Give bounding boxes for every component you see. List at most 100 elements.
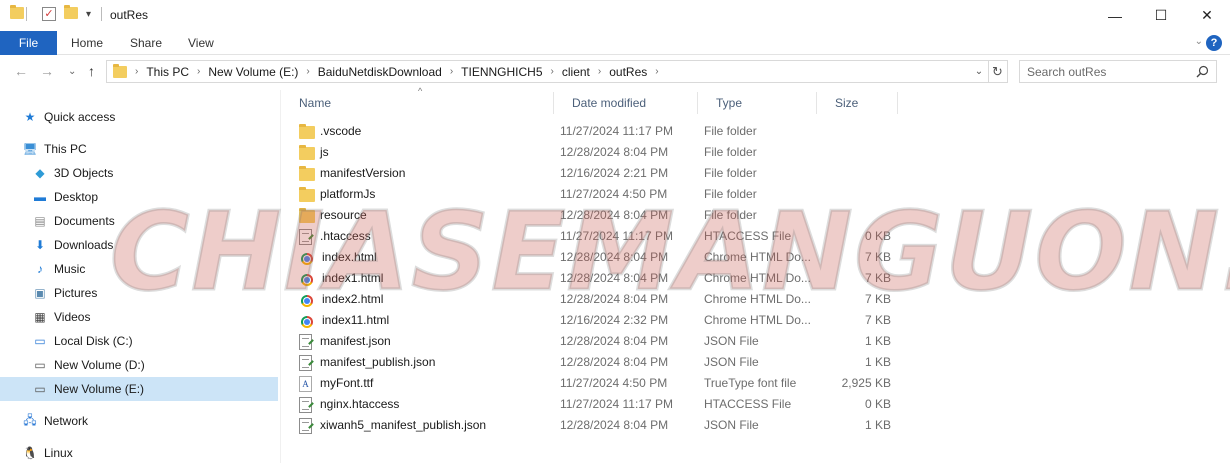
file-name: .htaccess bbox=[320, 229, 371, 243]
sidebar-item-quick-access[interactable]: ★ Quick access bbox=[0, 105, 278, 129]
table-row[interactable]: manifest.json 12/28/2024 8:04 PM JSON File… bbox=[299, 331, 899, 352]
file-name-cell: .htaccess bbox=[299, 226, 554, 247]
sidebar-item-videos[interactable]: ▦ Videos bbox=[0, 305, 278, 329]
minimize-button[interactable]: — bbox=[1092, 0, 1138, 31]
column-header-name[interactable]: Name bbox=[281, 92, 554, 114]
sidebar-item-desktop[interactable]: ▬ Desktop bbox=[0, 185, 278, 209]
forward-button[interactable]: → bbox=[40, 63, 54, 79]
sidebar-item-label: This PC bbox=[44, 142, 87, 156]
help-icon[interactable]: ? bbox=[1206, 35, 1222, 51]
search-box[interactable] bbox=[1019, 60, 1217, 83]
breadcrumb-baidunetdiskdownload[interactable]: BaiduNetdiskDownload bbox=[318, 65, 442, 79]
sidebar-item-3d-objects[interactable]: ◆ 3D Objects bbox=[0, 161, 278, 185]
breadcrumb-separator[interactable]: › bbox=[197, 66, 200, 77]
sidebar-item-pictures[interactable]: ▣ Pictures bbox=[0, 281, 278, 305]
sidebar-item-this-pc[interactable]: 🖥 This PC bbox=[0, 137, 278, 161]
file-name: manifest.json bbox=[320, 334, 391, 348]
maximize-button[interactable]: ☐ bbox=[1138, 0, 1184, 31]
table-row[interactable]: index1.html 12/28/2024 8:04 PM Chrome HTML… bbox=[299, 268, 899, 289]
date-modified-cell: 11/27/2024 4:50 PM bbox=[560, 187, 668, 201]
tab-view[interactable]: View bbox=[188, 31, 214, 55]
breadcrumb-separator[interactable]: › bbox=[551, 66, 554, 77]
file-name: index11.html bbox=[322, 313, 390, 327]
new-folder-icon[interactable] bbox=[64, 5, 78, 19]
table-row[interactable]: .htaccess 11/27/2024 11:17 PM HTACCESS Fil… bbox=[299, 226, 899, 247]
ribbon-expand-icon[interactable]: ⌄ bbox=[1195, 36, 1203, 47]
sidebar-item-new-volume-d[interactable]: ▭ New Volume (D:) bbox=[0, 353, 278, 377]
chrome-file-icon bbox=[301, 315, 313, 328]
sidebar-item-label: Downloads bbox=[54, 238, 114, 252]
file-name: nginx.htaccess bbox=[320, 397, 400, 411]
column-header-size[interactable]: Size bbox=[817, 92, 898, 114]
table-row[interactable]: .vscode 11/27/2024 11:17 PM File folder bbox=[299, 121, 899, 142]
size-cell bbox=[823, 205, 891, 226]
table-row[interactable]: platformJs 11/27/2024 4:50 PM File folder bbox=[299, 184, 899, 205]
refresh-button[interactable]: ↻ bbox=[988, 60, 1008, 83]
drive-icon: ▭ bbox=[34, 382, 46, 396]
file-name: manifest_publish.json bbox=[320, 355, 436, 369]
breadcrumb-client[interactable]: client bbox=[562, 65, 590, 79]
font-file-icon: A bbox=[299, 375, 312, 392]
breadcrumb-tiennghich5[interactable]: TIENNGHICH5 bbox=[461, 65, 542, 79]
sidebar-item-label: Quick access bbox=[44, 110, 116, 124]
folder-file-icon bbox=[299, 124, 315, 139]
size-cell: 1 KB bbox=[864, 334, 891, 348]
breadcrumb-this-pc[interactable]: This PC bbox=[146, 65, 189, 79]
column-header-date-modified[interactable]: Date modified bbox=[554, 92, 698, 114]
sidebar-item-downloads[interactable]: ⬇ Downloads bbox=[0, 233, 278, 257]
date-modified-cell: 12/28/2024 8:04 PM bbox=[560, 250, 669, 264]
back-button[interactable]: ← bbox=[14, 63, 28, 79]
download-icon: ⬇ bbox=[34, 238, 46, 252]
table-row[interactable]: xiwanh5_manifest_publish.json 12/28/2024 … bbox=[299, 415, 899, 436]
table-row[interactable]: manifestVersion 12/16/2024 2:21 PM File fo… bbox=[299, 163, 899, 184]
folder-file-icon bbox=[299, 166, 315, 181]
recent-locations-icon[interactable]: ⌄ bbox=[68, 66, 76, 77]
breadcrumb-separator[interactable]: › bbox=[655, 66, 658, 77]
type-cell: Chrome HTML Do... bbox=[704, 271, 811, 285]
sidebar-item-linux[interactable]: 🐧 Linux bbox=[0, 441, 278, 463]
column-header-type[interactable]: Type bbox=[698, 92, 817, 114]
table-row[interactable]: index.html 12/28/2024 8:04 PM Chrome HTML … bbox=[299, 247, 899, 268]
date-modified-cell: 12/28/2024 8:04 PM bbox=[560, 355, 669, 369]
properties-icon[interactable]: ✓ bbox=[42, 7, 56, 21]
table-row[interactable]: AmyFont.ttf 11/27/2024 4:50 PM TrueType fo… bbox=[299, 373, 899, 394]
breadcrumb-outres[interactable]: outRes bbox=[609, 65, 647, 79]
qa-separator bbox=[26, 7, 27, 21]
table-row[interactable]: nginx.htaccess 11/27/2024 11:17 PM HTACCES… bbox=[299, 394, 899, 415]
table-row[interactable]: js 12/28/2024 8:04 PM File folder bbox=[299, 142, 899, 163]
close-button[interactable]: ✕ bbox=[1184, 0, 1230, 31]
tab-home[interactable]: Home bbox=[71, 31, 103, 55]
address-dropdown-icon[interactable]: ⌄ bbox=[970, 61, 988, 82]
table-row[interactable]: manifest_publish.json 12/28/2024 8:04 PM J… bbox=[299, 352, 899, 373]
breadcrumb-separator[interactable]: › bbox=[306, 66, 309, 77]
sidebar-item-network[interactable]: 🖧 Network bbox=[0, 409, 278, 433]
address-bar[interactable]: › This PC › New Volume (E:) › BaiduNetdi… bbox=[106, 60, 989, 83]
tab-file[interactable]: File bbox=[0, 31, 57, 55]
up-button[interactable]: ↑ bbox=[88, 63, 95, 79]
sidebar-item-music[interactable]: ♪ Music bbox=[0, 257, 278, 281]
sidebar-item-documents[interactable]: ▤ Documents bbox=[0, 209, 278, 233]
table-row[interactable]: index11.html 12/16/2024 2:32 PM Chrome HTM… bbox=[299, 310, 899, 331]
sidebar-item-label: Local Disk (C:) bbox=[54, 334, 133, 348]
text-file-icon bbox=[299, 417, 312, 434]
sidebar-item-local-disk-c[interactable]: ▭ Local Disk (C:) bbox=[0, 329, 278, 353]
breadcrumb-volume-e[interactable]: New Volume (E:) bbox=[208, 65, 298, 79]
chrome-file-icon bbox=[301, 252, 313, 265]
size-cell: 1 KB bbox=[864, 355, 891, 369]
search-input[interactable] bbox=[1020, 61, 1190, 82]
search-icon[interactable] bbox=[1196, 65, 1209, 81]
folder-file-icon bbox=[299, 187, 315, 202]
table-row[interactable]: index2.html 12/28/2024 8:04 PM Chrome HTML… bbox=[299, 289, 899, 310]
file-name-cell: index2.html bbox=[299, 289, 554, 310]
breadcrumb-separator[interactable]: › bbox=[598, 66, 601, 77]
pictures-icon: ▣ bbox=[34, 286, 46, 300]
breadcrumb-separator[interactable]: › bbox=[450, 66, 453, 77]
tab-share[interactable]: Share bbox=[130, 31, 162, 55]
type-cell: HTACCESS File bbox=[704, 229, 792, 243]
date-modified-cell: 12/28/2024 8:04 PM bbox=[560, 334, 669, 348]
sidebar-item-new-volume-e[interactable]: ▭ New Volume (E:) bbox=[0, 377, 278, 401]
qa-separator bbox=[101, 7, 102, 21]
size-cell: 7 KB bbox=[864, 250, 891, 264]
qa-customize-dropdown-icon[interactable]: ▾ bbox=[86, 9, 91, 20]
table-row[interactable]: resource 12/28/2024 8:04 PM File folder bbox=[299, 205, 899, 226]
